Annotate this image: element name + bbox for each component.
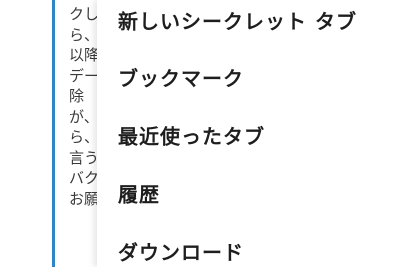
menu-item-recent-tabs[interactable]: 最近使ったタブ [97,106,400,164]
menu-item-new-incognito-tab[interactable]: 新しいシークレット タブ [97,0,400,49]
article-blockquote-border [52,0,55,267]
menu-item-label: 履歴 [118,182,160,207]
menu-item-history[interactable]: 履歴 [97,164,400,222]
menu-item-label: 新しいシークレット タブ [118,9,357,34]
menu-item-label: ブックマーク [118,66,244,91]
menu-item-downloads[interactable]: ダウンロード [97,222,400,267]
menu-item-label: ダウンロード [118,240,244,265]
browser-viewport: クし ら、 以降 デー 除 が、 ら、 言う バク お願 新しいシークレット タ… [0,0,400,267]
browser-overflow-menu: 新しいシークレット タブ ブックマーク 最近使ったタブ 履歴 ダウンロード [97,0,400,267]
menu-item-label: 最近使ったタブ [118,124,265,149]
menu-item-bookmarks[interactable]: ブックマーク [97,48,400,106]
